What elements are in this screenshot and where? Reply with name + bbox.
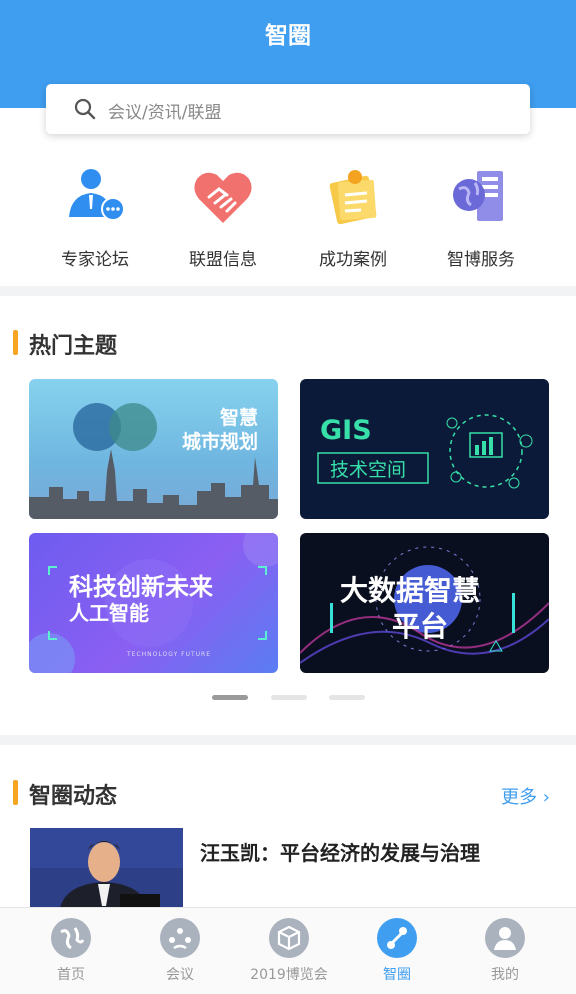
quick-link-label: 专家论坛 bbox=[61, 250, 129, 270]
news-thumbnail[interactable] bbox=[30, 828, 183, 908]
bottom-tab-bar: 首页 会议 2019博览会 智圈 我的 bbox=[0, 907, 576, 994]
quick-link-success-cases[interactable]: 成功案例 bbox=[288, 165, 418, 270]
card-text-line1: GIS bbox=[320, 415, 372, 446]
tab-zhiquan[interactable]: 智圈 bbox=[342, 918, 452, 984]
section-accent-bar bbox=[13, 330, 18, 355]
topic-card-gis[interactable]: GIS 技术空间 bbox=[300, 379, 549, 519]
page-title: 智圈 bbox=[265, 23, 311, 49]
globe-icon bbox=[51, 918, 91, 958]
news-section-title: 智圈动态 bbox=[29, 784, 118, 809]
topic-card-big-data[interactable]: 大数据智慧 平台 bbox=[300, 533, 549, 673]
carousel-dot[interactable] bbox=[329, 695, 365, 700]
cube-icon bbox=[269, 918, 309, 958]
card-text-line2: 城市规划 bbox=[181, 431, 258, 453]
user-icon bbox=[485, 918, 525, 958]
card-caption: TECHNOLOGY FUTURE bbox=[127, 651, 212, 658]
clipboard-notes-icon bbox=[329, 170, 377, 225]
search-placeholder: 会议/资讯/联盟 bbox=[108, 103, 222, 123]
topic-card-smart-city[interactable]: 智慧 城市规划 bbox=[29, 379, 278, 519]
speaker-photo bbox=[30, 828, 183, 908]
globe-building-icon bbox=[453, 171, 503, 221]
section-accent-bar bbox=[13, 780, 18, 805]
tab-label: 我的 bbox=[491, 967, 519, 983]
chevron-right-icon: › bbox=[537, 787, 550, 808]
card-text-line2: 技术空间 bbox=[330, 459, 407, 481]
gis-network-illustration bbox=[317, 414, 533, 489]
tab-expo-2019[interactable]: 2019博览会 bbox=[234, 918, 344, 984]
expert-person-icon bbox=[69, 169, 125, 221]
more-link[interactable]: 更多 › bbox=[501, 783, 550, 809]
card-text-line1: 大数据智慧 bbox=[340, 574, 481, 607]
card-text-line2: 平台 bbox=[392, 610, 449, 643]
circle-link-icon bbox=[377, 918, 417, 958]
tab-label: 智圈 bbox=[383, 967, 411, 983]
tab-meetings[interactable]: 会议 bbox=[125, 918, 235, 984]
section-divider bbox=[0, 286, 576, 296]
quick-link-expo-services[interactable]: 智博服务 bbox=[416, 165, 546, 270]
meeting-icon bbox=[160, 918, 200, 958]
quick-link-label: 成功案例 bbox=[319, 250, 387, 270]
quick-link-expert-forum[interactable]: 专家论坛 bbox=[30, 165, 160, 270]
tab-label: 首页 bbox=[57, 967, 85, 983]
card-text-line1: 智慧 bbox=[219, 407, 258, 429]
handshake-heart-icon bbox=[194, 172, 252, 223]
quick-link-label: 智博服务 bbox=[447, 250, 515, 270]
carousel-dot[interactable] bbox=[271, 695, 307, 700]
hot-topics-title: 热门主题 bbox=[29, 334, 118, 359]
tab-home[interactable]: 首页 bbox=[16, 918, 126, 984]
carousel-dot-active[interactable] bbox=[212, 695, 248, 700]
news-item-title[interactable]: 汪玉凯：平台经济的发展与治理 bbox=[200, 837, 480, 866]
more-label: 更多 bbox=[501, 787, 538, 808]
section-divider bbox=[0, 735, 576, 745]
card-text-line2: 人工智能 bbox=[69, 601, 149, 625]
search-icon bbox=[74, 98, 96, 120]
quick-link-alliance-info[interactable]: 联盟信息 bbox=[158, 165, 288, 270]
topic-card-technology[interactable]: 科技创新未来 人工智能 TECHNOLOGY FUTURE bbox=[29, 533, 278, 673]
search-input[interactable]: 会议/资讯/联盟 bbox=[46, 84, 530, 134]
tab-mine[interactable]: 我的 bbox=[450, 918, 560, 984]
tab-label: 2019博览会 bbox=[250, 967, 328, 983]
tab-label: 会议 bbox=[166, 967, 194, 983]
quick-link-label: 联盟信息 bbox=[189, 250, 257, 270]
